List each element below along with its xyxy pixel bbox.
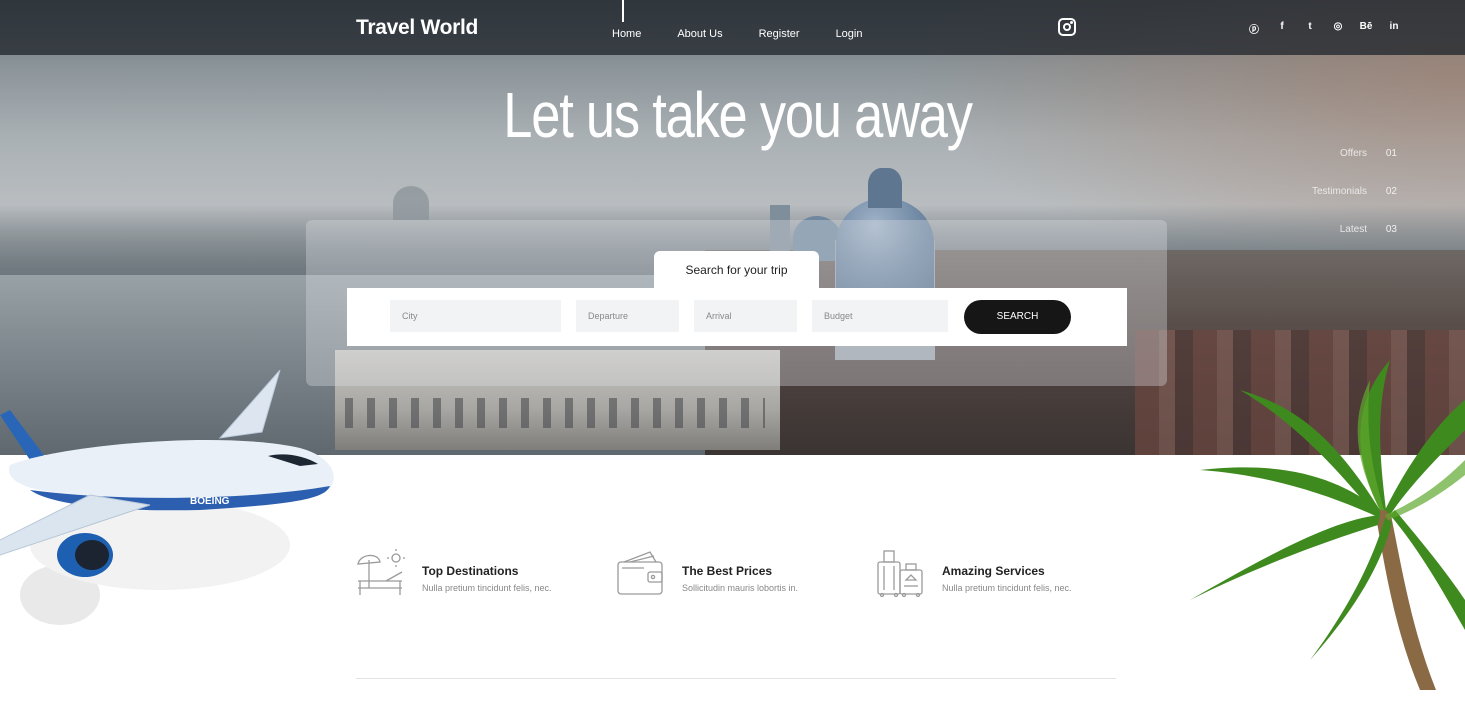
side-nav-latest[interactable]: Latest 03 xyxy=(1312,224,1397,262)
airplane-image: BOEING xyxy=(0,370,334,625)
beach-umbrella-icon xyxy=(357,549,405,595)
hero-headline: Let us take you away xyxy=(503,79,973,151)
building-windows xyxy=(345,398,765,428)
feature-best-prices: The Best Prices Sollicitudin mauris lobo… xyxy=(616,548,856,600)
behance-icon[interactable]: Bē xyxy=(1352,21,1380,36)
feature-title: Amazing Services xyxy=(942,564,1045,578)
dome-lantern xyxy=(868,168,902,208)
nav-home[interactable]: Home xyxy=(612,28,641,40)
feature-top-destinations: Top Destinations Nulla pretium tincidunt… xyxy=(356,548,596,600)
linkedin-icon[interactable]: in xyxy=(1380,21,1408,36)
top-navigation-bar: Travel World Home About Us Register Logi… xyxy=(0,0,1465,55)
nav-about-us[interactable]: About Us xyxy=(677,28,722,40)
search-button[interactable]: SEARCH xyxy=(964,300,1071,334)
side-nav-number: 03 xyxy=(1385,224,1397,235)
section-side-nav: Offers 01 Testimonials 02 Latest 03 xyxy=(1312,148,1397,262)
plane-logo: BOEING xyxy=(190,496,230,507)
side-nav-testimonials[interactable]: Testimonials 02 xyxy=(1312,186,1397,224)
wallet-icon xyxy=(617,551,663,595)
side-nav-label: Testimonials xyxy=(1311,186,1367,197)
section-divider xyxy=(356,678,1116,679)
pinterest-icon[interactable]: ⓟ xyxy=(1240,21,1268,36)
side-nav-label: Offers xyxy=(1339,148,1367,159)
brand-logo[interactable]: Travel World xyxy=(356,16,478,40)
dribbble-icon[interactable]: ◎ xyxy=(1324,21,1352,36)
active-nav-indicator xyxy=(622,0,624,22)
feature-description: Nulla pretium tincidunt felis, nec. xyxy=(942,583,1072,593)
instagram-icon[interactable] xyxy=(1058,18,1076,36)
side-nav-label: Latest xyxy=(1339,224,1367,235)
feature-amazing-services: Amazing Services Nulla pretium tincidunt… xyxy=(876,548,1116,600)
budget-input[interactable]: Budget xyxy=(812,300,948,332)
feature-title: The Best Prices xyxy=(682,564,773,578)
social-links: ⓟ f t ◎ Bē in xyxy=(1240,21,1408,36)
departure-input[interactable]: Departure xyxy=(576,300,679,332)
palm-tree-image xyxy=(1190,360,1465,690)
side-nav-number: 01 xyxy=(1385,148,1397,159)
twitter-icon[interactable]: t xyxy=(1296,21,1324,36)
search-tab[interactable]: Search for your trip xyxy=(654,251,819,289)
nav-login[interactable]: Login xyxy=(836,28,863,40)
arrival-input[interactable]: Arrival xyxy=(694,300,797,332)
palm-leaves xyxy=(1190,360,1465,660)
plane-tail-fin xyxy=(218,370,281,439)
main-nav: Home About Us Register Login xyxy=(612,28,898,40)
search-form: City Departure Arrival Budget SEARCH xyxy=(347,288,1127,346)
luggage-icon xyxy=(877,550,923,598)
plane-engine-intake xyxy=(75,540,109,570)
feature-description: Sollicitudin mauris lobortis in. xyxy=(682,583,799,593)
city-input[interactable]: City xyxy=(390,300,561,332)
feature-title: Top Destinations xyxy=(422,564,519,578)
distant-dome xyxy=(393,186,429,220)
feature-description: Nulla pretium tincidunt felis, nec. xyxy=(422,583,552,593)
nav-register[interactable]: Register xyxy=(759,28,800,40)
facebook-icon[interactable]: f xyxy=(1268,21,1296,36)
side-nav-offers[interactable]: Offers 01 xyxy=(1312,148,1397,186)
side-nav-number: 02 xyxy=(1385,186,1397,197)
